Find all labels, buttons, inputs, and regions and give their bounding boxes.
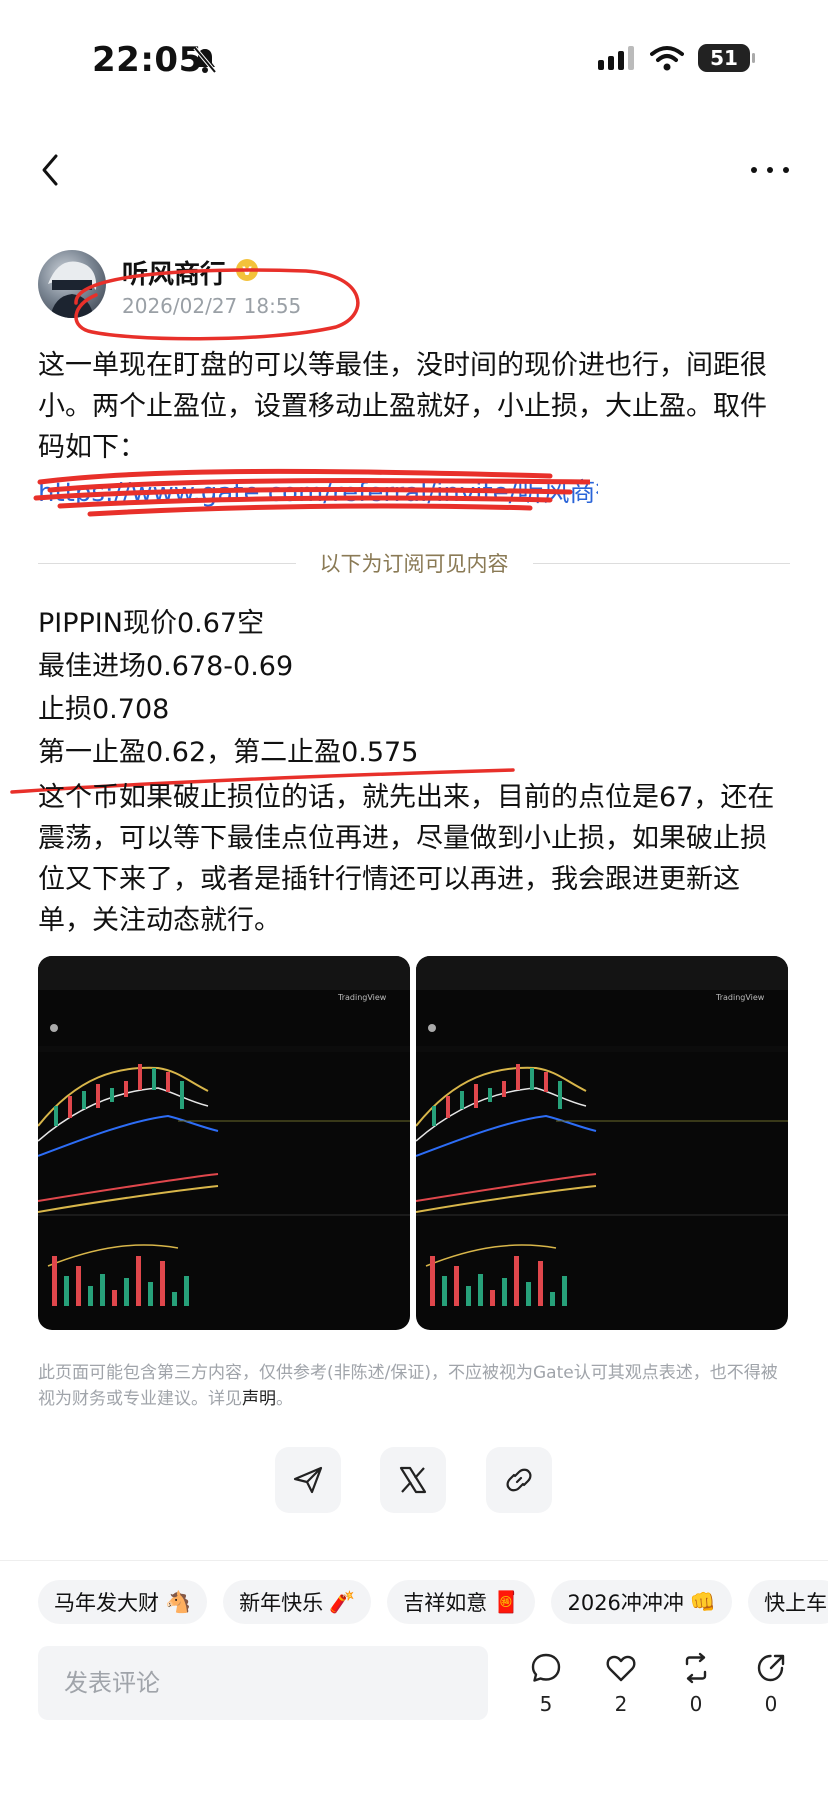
copy-link-button[interactable]: [486, 1447, 552, 1513]
back-icon[interactable]: [36, 150, 66, 190]
link-scribble-annotation: [33, 468, 590, 517]
tag-row: 马年发大财 🐴 新年快乐 🧨 吉祥如意 🧧 2026冲冲冲 👊 快上车: [38, 1580, 828, 1624]
tag-chip[interactable]: 吉祥如意 🧧: [387, 1580, 536, 1624]
svg-text:TradingView: TradingView: [337, 993, 387, 1002]
post-intro: 这一单现在盯盘的可以等最佳，没时间的现价进也行，间距很小。两个止盈位，设置移动止…: [38, 350, 767, 463]
like-count-button[interactable]: 2: [591, 1652, 651, 1716]
like-count: 2: [614, 1692, 628, 1716]
disclaimer: 此页面可能包含第三方内容，仅供参考(非陈述/保证)，不应被视为Gate认可其观点…: [38, 1360, 790, 1412]
tag-chip[interactable]: 新年快乐 🧨: [223, 1580, 372, 1624]
divider-line: [532, 562, 790, 564]
share-x-button[interactable]: [380, 1447, 446, 1513]
trade-line-stoploss: 止损0.708: [38, 694, 170, 725]
horse-emoji-icon: 🐴: [165, 1589, 192, 1614]
comment-icon: [531, 1653, 561, 1682]
firecracker-emoji-icon: 🧨: [329, 1589, 356, 1614]
divider-label: 以下为订阅可见内容: [319, 552, 509, 576]
comment-count: 5: [539, 1692, 553, 1716]
chart-image: TradingView: [416, 956, 788, 1306]
divider-line: [38, 562, 296, 564]
disclaimer-text: 此页面可能包含第三方内容，仅供参考(非陈述/保证)，不应被视为Gate认可其观点…: [38, 1363, 778, 1409]
disclaimer-statement-link[interactable]: 声明: [242, 1389, 276, 1409]
trade-line-entry: 最佳进场0.678-0.69: [38, 651, 294, 682]
subscriber-divider: 以下为订阅可见内容: [38, 548, 790, 578]
share-count: 0: [764, 1692, 778, 1716]
send-icon: [293, 1466, 323, 1494]
comment-count-button[interactable]: 5: [516, 1652, 576, 1716]
tag-label: 新年快乐: [239, 1591, 324, 1615]
battery-indicator: 51: [698, 44, 755, 72]
repost-icon: [685, 1652, 707, 1684]
post-paragraph: 这个币如果破止损位的话，就先出来，目前的点位是67，还在震荡，可以等下最佳点位再…: [38, 782, 775, 936]
trade-line-price: PIPPIN现价0.67空: [38, 608, 265, 639]
tag-label: 吉祥如意: [403, 1591, 488, 1615]
chart-screenshot[interactable]: TradingView: [416, 956, 788, 1330]
status-icons: 51: [598, 44, 755, 72]
tag-label: 快上车: [764, 1591, 828, 1615]
tag-label: 马年发大财: [54, 1591, 159, 1615]
comment-input[interactable]: [38, 1646, 488, 1720]
tag-label: 2026冲冲冲: [567, 1591, 684, 1615]
wifi-icon: [650, 46, 684, 71]
heart-icon: [606, 1655, 636, 1682]
x-logo-icon: [399, 1466, 427, 1494]
mute-bell-icon: [193, 46, 217, 74]
fist-emoji-icon: 👊: [689, 1589, 717, 1614]
share-count-button[interactable]: 0: [741, 1652, 801, 1716]
repost-count-button[interactable]: 0: [666, 1652, 726, 1716]
disclaimer-end: 。: [276, 1389, 293, 1409]
status-time: 22:05: [92, 40, 203, 80]
red-envelope-emoji-icon: 🧧: [493, 1589, 520, 1614]
share-telegram-button[interactable]: [275, 1447, 341, 1513]
red-circle-annotation: [74, 268, 360, 341]
repost-count: 0: [689, 1692, 703, 1716]
tag-chip[interactable]: 快上车: [748, 1580, 828, 1624]
cellular-signal-icon: [598, 46, 634, 70]
tag-chip[interactable]: 2026冲冲冲 👊: [551, 1580, 733, 1624]
chart-image: TradingView: [38, 956, 410, 1306]
link-icon: [506, 1468, 532, 1492]
more-options-icon[interactable]: [748, 150, 792, 190]
tag-chip[interactable]: 马年发大财 🐴: [38, 1580, 208, 1624]
chart-screenshot[interactable]: TradingView: [38, 956, 410, 1330]
svg-text:TradingView: TradingView: [715, 993, 765, 1002]
share-icon: [757, 1654, 785, 1682]
